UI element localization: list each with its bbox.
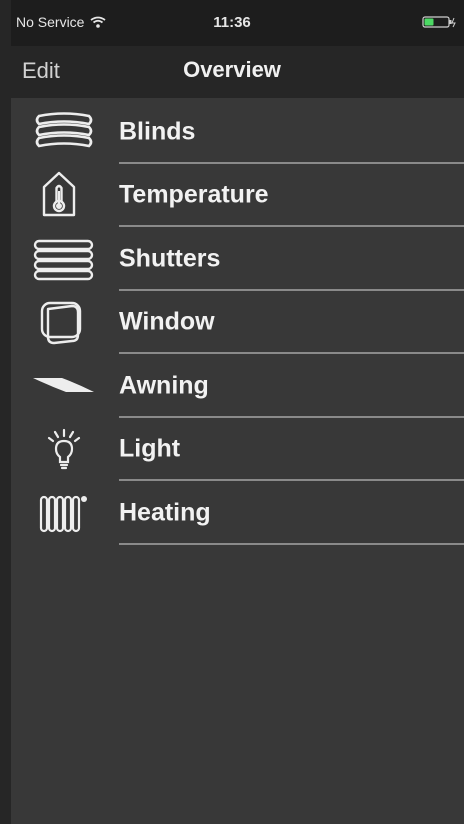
light-bulb-icon	[47, 429, 81, 470]
list-item-shutters[interactable]: Shutters	[0, 227, 464, 291]
list-item-label: Light	[119, 434, 181, 463]
battery-icon	[422, 16, 456, 28]
shutters-icon	[33, 239, 94, 280]
list-item-label: Awning	[119, 371, 209, 400]
awning-icon	[33, 377, 94, 392]
list-item-blinds[interactable]: Blinds	[0, 100, 464, 164]
page-title: Overview	[183, 57, 281, 82]
screen-edge	[0, 0, 11, 824]
list-item-temperature[interactable]: Temperature	[0, 164, 464, 227]
row-divider	[119, 542, 464, 545]
temperature-icon	[42, 172, 76, 217]
list-item-awning[interactable]: Awning	[0, 354, 464, 418]
status-time: 11:36	[213, 14, 251, 31]
list-item-label: Shutters	[119, 244, 221, 273]
blinds-icon	[35, 111, 93, 148]
status-bar: No Service 11:36	[0, 0, 464, 46]
list-item-label: Window	[119, 307, 215, 336]
list-item-label: Blinds	[119, 117, 196, 146]
list-item-light[interactable]: Light	[0, 418, 464, 481]
device-category-list: Blinds Temperature Shutters Window Awnin…	[0, 100, 464, 545]
radiator-icon	[39, 495, 87, 532]
list-item-label: Heating	[119, 498, 211, 527]
list-item-window[interactable]: Window	[0, 291, 464, 354]
navigation-bar: Edit Overview	[0, 46, 464, 98]
list-item-label: Temperature	[119, 180, 269, 209]
window-icon	[40, 302, 82, 345]
list-item-heating[interactable]: Heating	[0, 481, 464, 545]
app-screen: No Service 11:36 Edit Overview Blinds Te…	[0, 0, 464, 824]
